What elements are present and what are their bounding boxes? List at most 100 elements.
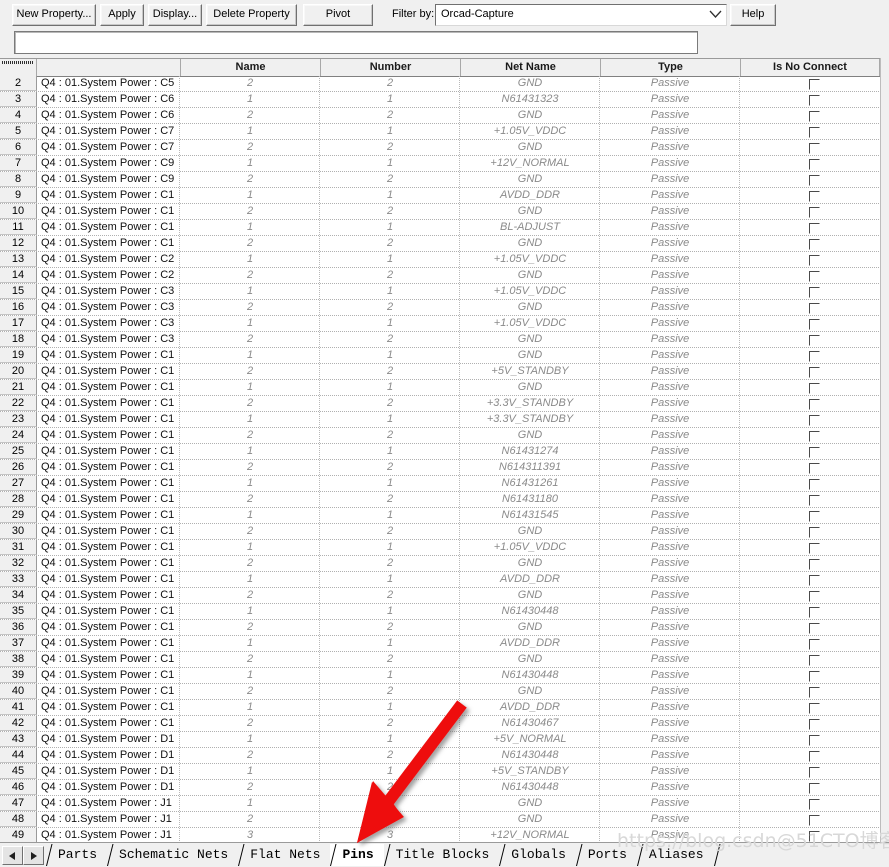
pin-name-cell[interactable]: 1	[181, 508, 320, 523]
net-name-cell[interactable]: GND	[461, 172, 600, 187]
pin-number-cell[interactable]: 1	[321, 572, 460, 587]
pin-name-cell[interactable]: 2	[181, 236, 320, 251]
pin-number-cell[interactable]: 2	[321, 620, 460, 635]
pin-name-cell[interactable]: 2	[181, 364, 320, 379]
pin-type-cell[interactable]: Passive	[601, 204, 740, 219]
table-row[interactable]: 25 Q4 : 01.System Power : C1 1 1 N61431274 Pa…	[0, 444, 889, 460]
pin-number-cell[interactable]: 1	[321, 92, 460, 107]
net-name-cell[interactable]: AVDD_DDR	[461, 700, 600, 715]
pin-number-cell[interactable]: 1	[321, 188, 460, 203]
table-row[interactable]: 30 Q4 : 01.System Power : C1 2 2 GND Passive	[0, 524, 889, 540]
table-row[interactable]: 9 Q4 : 01.System Power : C1 1 1 AVDD_DDR Pass…	[0, 188, 889, 204]
is-no-connect-cell[interactable]	[741, 492, 889, 507]
checkbox-icon[interactable]	[809, 815, 820, 826]
table-row[interactable]: 49 Q4 : 01.System Power : J1 3 3 +12V_NORMAL…	[0, 828, 889, 843]
table-row[interactable]: 32 Q4 : 01.System Power : C1 2 2 GND Passive	[0, 556, 889, 572]
checkbox-icon[interactable]	[809, 751, 820, 762]
table-row[interactable]: 21 Q4 : 01.System Power : C1 1 1 GND Passive	[0, 380, 889, 396]
checkbox-icon[interactable]	[809, 655, 820, 666]
column-header-type[interactable]: Type	[601, 59, 741, 76]
row-number-cell[interactable]: 21	[0, 380, 37, 395]
row-number-cell[interactable]: 32	[0, 556, 37, 571]
reference-cell[interactable]: Q4 : 01.System Power : C1	[38, 668, 180, 683]
checkbox-icon[interactable]	[809, 639, 820, 650]
delete-property-button[interactable]: Delete Property	[206, 4, 297, 26]
checkbox-icon[interactable]	[809, 495, 820, 506]
pin-name-cell[interactable]: 1	[181, 604, 320, 619]
checkbox-icon[interactable]	[809, 159, 820, 170]
is-no-connect-cell[interactable]	[741, 588, 889, 603]
is-no-connect-cell[interactable]	[741, 700, 889, 715]
row-number-cell[interactable]: 20	[0, 364, 37, 379]
is-no-connect-cell[interactable]	[741, 604, 889, 619]
checkbox-icon[interactable]	[809, 735, 820, 746]
sheet-tab-title-blocks[interactable]: Title Blocks	[383, 844, 500, 866]
pin-type-cell[interactable]: Passive	[601, 412, 740, 427]
checkbox-icon[interactable]	[809, 463, 820, 474]
is-no-connect-cell[interactable]	[741, 652, 889, 667]
row-number-cell[interactable]: 12	[0, 236, 37, 251]
reference-cell[interactable]: Q4 : 01.System Power : J1	[38, 828, 180, 843]
net-name-cell[interactable]: AVDD_DDR	[461, 188, 600, 203]
pin-type-cell[interactable]: Passive	[601, 732, 740, 747]
pin-type-cell[interactable]: Passive	[601, 572, 740, 587]
reference-cell[interactable]: Q4 : 01.System Power : C2	[38, 268, 180, 283]
reference-cell[interactable]: Q4 : 01.System Power : C1	[38, 460, 180, 475]
row-number-cell[interactable]: 17	[0, 316, 37, 331]
net-name-cell[interactable]: GND	[461, 108, 600, 123]
pin-number-cell[interactable]: 2	[321, 300, 460, 315]
pin-name-cell[interactable]: 1	[181, 220, 320, 235]
is-no-connect-cell[interactable]	[741, 444, 889, 459]
checkbox-icon[interactable]	[809, 383, 820, 394]
pin-type-cell[interactable]: Passive	[601, 604, 740, 619]
filter-by-select[interactable]: Orcad-Capture	[435, 4, 727, 26]
pin-name-cell[interactable]: 1	[181, 348, 320, 363]
sheet-tab-aliases[interactable]: Aliases	[636, 844, 714, 866]
row-number-cell[interactable]: 11	[0, 220, 37, 235]
reference-cell[interactable]: Q4 : 01.System Power : D1	[38, 748, 180, 763]
net-name-cell[interactable]: AVDD_DDR	[461, 636, 600, 651]
pin-number-cell[interactable]: 2	[321, 396, 460, 411]
table-row[interactable]: 33 Q4 : 01.System Power : C1 1 1 AVDD_DDR Pas…	[0, 572, 889, 588]
net-name-cell[interactable]: +3.3V_STANDBY	[461, 396, 600, 411]
net-name-cell[interactable]: N614311391	[461, 460, 600, 475]
checkbox-icon[interactable]	[809, 271, 820, 282]
pin-name-cell[interactable]: 1	[181, 92, 320, 107]
is-no-connect-cell[interactable]	[741, 204, 889, 219]
table-row[interactable]: 23 Q4 : 01.System Power : C1 1 1 +3.3V_STAND…	[0, 412, 889, 428]
row-number-cell[interactable]: 15	[0, 284, 37, 299]
checkbox-icon[interactable]	[809, 367, 820, 378]
pin-type-cell[interactable]: Passive	[601, 348, 740, 363]
row-number-cell[interactable]: 45	[0, 764, 37, 779]
row-number-cell[interactable]: 41	[0, 700, 37, 715]
table-row[interactable]: 15 Q4 : 01.System Power : C3 1 1 +1.05V_VDDC…	[0, 284, 889, 300]
table-row[interactable]: 40 Q4 : 01.System Power : C1 2 2 GND Passive	[0, 684, 889, 700]
pin-name-cell[interactable]: 1	[181, 284, 320, 299]
net-name-cell[interactable]: GND	[461, 524, 600, 539]
net-name-cell[interactable]: GND	[461, 796, 600, 811]
filter-text-input[interactable]	[14, 31, 698, 54]
is-no-connect-cell[interactable]	[741, 380, 889, 395]
table-row[interactable]: 48 Q4 : 01.System Power : J1 2 2 GND Passive	[0, 812, 889, 828]
pin-name-cell[interactable]: 2	[181, 620, 320, 635]
table-row[interactable]: 43 Q4 : 01.System Power : D1 1 1 +5V_NORMAL P…	[0, 732, 889, 748]
pin-number-cell[interactable]: 2	[321, 236, 460, 251]
pin-number-cell[interactable]: 2	[321, 140, 460, 155]
is-no-connect-cell[interactable]	[741, 108, 889, 123]
net-name-cell[interactable]: +1.05V_VDDC	[461, 284, 600, 299]
apply-button[interactable]: Apply	[100, 4, 144, 26]
pin-type-cell[interactable]: Passive	[601, 668, 740, 683]
net-name-cell[interactable]: +1.05V_VDDC	[461, 316, 600, 331]
is-no-connect-cell[interactable]	[741, 764, 889, 779]
table-row[interactable]: 34 Q4 : 01.System Power : C1 2 2 GND Passive	[0, 588, 889, 604]
column-header-number[interactable]: Number	[321, 59, 461, 76]
net-name-cell[interactable]: GND	[461, 300, 600, 315]
pin-type-cell[interactable]: Passive	[601, 716, 740, 731]
pin-type-cell[interactable]: Passive	[601, 332, 740, 347]
reference-cell[interactable]: Q4 : 01.System Power : J1	[38, 812, 180, 827]
table-row[interactable]: 11 Q4 : 01.System Power : C1 1 1 BL-ADJUST Pa…	[0, 220, 889, 236]
pin-type-cell[interactable]: Passive	[601, 796, 740, 811]
sheet-tab-flat-nets[interactable]: Flat Nets	[238, 844, 331, 866]
pin-number-cell[interactable]: 3	[321, 828, 460, 843]
pin-name-cell[interactable]: 1	[181, 476, 320, 491]
